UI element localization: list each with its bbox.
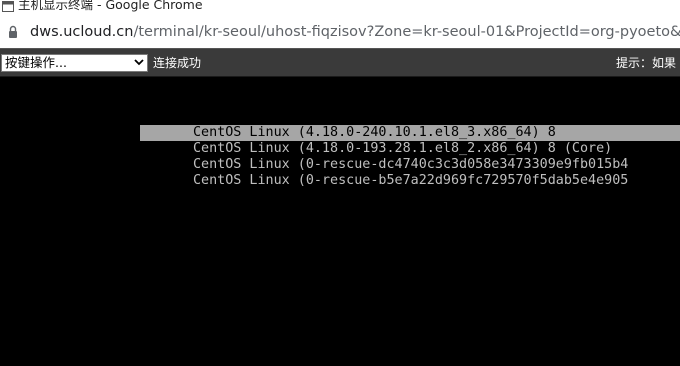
boot-entry[interactable]: CentOS Linux (0-rescue-b5e7a22d969fc7295…	[140, 173, 680, 189]
hint-text: 提示：如果	[616, 56, 677, 70]
key-operation-select-value: 按键操作...	[5, 55, 67, 70]
connection-status: 连接成功	[153, 56, 202, 70]
grub-boot-menu: CentOS Linux (4.18.0-240.10.1.el8_3.x86_…	[140, 125, 680, 189]
boot-entry[interactable]: CentOS Linux (4.18.0-193.28.1.el8_2.x86_…	[140, 141, 680, 157]
key-operation-select[interactable]: 按键操作...	[1, 54, 148, 72]
terminal-app-icon	[2, 1, 14, 12]
url-text[interactable]: dws.ucloud.cn/terminal/kr-seoul/uhost-fi…	[30, 23, 680, 41]
terminal-screen[interactable]: CentOS Linux (4.18.0-240.10.1.el8_3.x86_…	[0, 77, 680, 366]
window-title: 主机显示终端 - Google Chrome	[18, 0, 203, 12]
terminal-toolbar: 按键操作... 连接成功 提示：如果	[0, 48, 680, 77]
url-host: dws.ucloud.cn	[30, 24, 134, 40]
boot-entry[interactable]: CentOS Linux (0-rescue-dc4740c3c3d058e34…	[140, 157, 680, 173]
chevron-down-icon	[134, 59, 144, 66]
address-bar[interactable]: dws.ucloud.cn/terminal/kr-seoul/uhost-fi…	[0, 17, 680, 48]
window-title-bar: 主机显示终端 - Google Chrome	[0, 0, 680, 17]
boot-entry[interactable]: CentOS Linux (4.18.0-240.10.1.el8_3.x86_…	[140, 125, 680, 141]
url-path: /terminal/kr-seoul/uhost-fiqzisov?Zone=k…	[133, 24, 680, 40]
lock-icon[interactable]	[8, 25, 18, 39]
